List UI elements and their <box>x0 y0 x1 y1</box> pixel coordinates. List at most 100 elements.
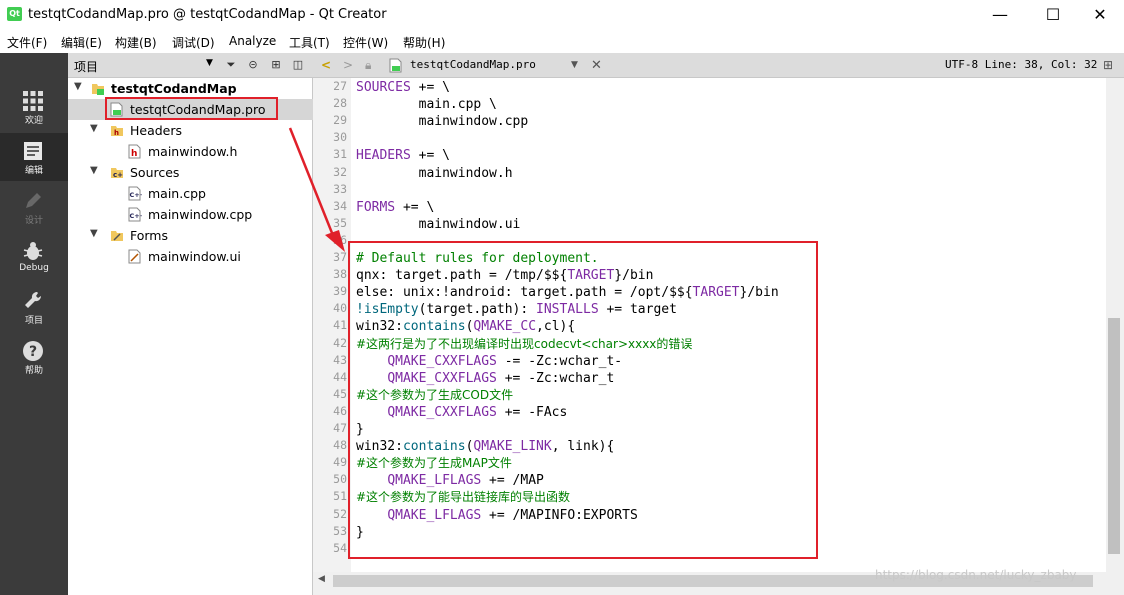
code-token: += \ <box>410 80 450 95</box>
line-number: 34 <box>333 198 347 213</box>
code-token: mainwindow.ui <box>356 216 521 232</box>
code-token: main.cpp \ <box>356 97 497 113</box>
watermark: https://blog.csdn.net/lucky_zbaby <box>875 568 1077 582</box>
code-token: mainwindow.cpp <box>356 114 529 130</box>
line-number: 50 <box>333 472 347 487</box>
tree-item-file[interactable]: C++ main.cpp <box>68 183 313 204</box>
mode-label: 设计 <box>24 216 43 226</box>
code-line[interactable]: main.cpp \ <box>356 96 497 113</box>
menu-bar: 文件(F) 编辑(E) 构建(B) 调试(D) Analyze 工具(T) 控件… <box>0 30 1124 53</box>
project-tree: ▼ testqtCodandMap testqtCodandMap.pro ▼ … <box>68 78 313 595</box>
menu-controls[interactable]: 控件(W) <box>343 34 388 51</box>
line-number: 53 <box>333 523 347 538</box>
close-button[interactable]: ✕ <box>1085 4 1115 26</box>
mode-edit[interactable]: 编辑 <box>0 133 68 181</box>
line-number: 29 <box>333 113 347 128</box>
code-line[interactable]: mainwindow.ui <box>356 216 521 233</box>
tree-item-file[interactable]: h mainwindow.h <box>68 141 313 162</box>
help-icon: ? <box>23 341 43 361</box>
mode-label: 欢迎 <box>24 116 43 126</box>
scrollbar-thumb[interactable] <box>1108 318 1120 554</box>
code-token: HEADERS <box>356 148 411 164</box>
line-number: 33 <box>333 181 347 196</box>
tree-item-label: Forms <box>130 228 169 243</box>
code-token: FORMS <box>356 199 396 215</box>
close-document-icon[interactable]: ✕ <box>591 57 602 74</box>
code-line[interactable]: mainwindow.h <box>356 165 513 182</box>
code-line[interactable]: HEADERS += \ <box>356 147 450 164</box>
menu-analyze[interactable]: Analyze <box>229 34 276 48</box>
annotation-box-code <box>348 241 818 559</box>
split-icon[interactable]: ⊞ <box>268 57 284 73</box>
filter-icon[interactable]: ⏷ <box>223 57 239 73</box>
lock-icon: 🔒︎ <box>365 58 372 72</box>
dropdown-arrow-icon[interactable]: ▼ <box>206 58 213 68</box>
vertical-scrollbar[interactable] <box>1106 78 1124 572</box>
menu-help[interactable]: 帮助(H) <box>403 34 445 51</box>
dropdown-arrow-icon[interactable]: ▼ <box>571 57 578 74</box>
menu-tools[interactable]: 工具(T) <box>289 34 330 51</box>
code-token: SOURCES <box>356 80 411 95</box>
expand-arrow-icon[interactable]: ▼ <box>90 228 102 239</box>
code-token: mainwindow.h <box>356 165 513 181</box>
line-number: 35 <box>333 215 347 230</box>
project-panel-toolbar: 项目 ▼ ⏷ ⊝ ⊞ ◫ <box>68 53 313 78</box>
mode-debug[interactable]: Debug <box>0 233 68 281</box>
expand-arrow-icon[interactable]: ▼ <box>74 81 86 92</box>
line-number: 46 <box>333 403 347 418</box>
tree-item-forms[interactable]: ▼ Forms <box>68 225 313 246</box>
line-number: 39 <box>333 284 347 299</box>
forward-arrow-icon[interactable]: > <box>343 57 353 74</box>
sources-folder-icon: c+ <box>111 168 123 179</box>
code-line[interactable]: SOURCES += \ <box>356 79 450 96</box>
tree-item-file[interactable]: mainwindow.ui <box>68 246 313 267</box>
mode-label: 帮助 <box>24 366 43 376</box>
line-number: 54 <box>333 540 347 555</box>
cpp-file-icon: C++ <box>128 186 142 201</box>
menu-edit[interactable]: 编辑(E) <box>61 34 102 51</box>
line-number: 36 <box>333 232 347 247</box>
mode-design[interactable]: 设计 <box>0 183 68 231</box>
back-arrow-icon[interactable]: < <box>321 57 331 74</box>
line-number: 42 <box>333 335 347 350</box>
line-number: 28 <box>333 96 347 111</box>
menu-build[interactable]: 构建(B) <box>115 34 157 51</box>
minimize-button[interactable]: — <box>985 4 1015 26</box>
bug-icon <box>23 242 43 260</box>
tree-item-file[interactable]: C++ mainwindow.cpp <box>68 204 313 225</box>
menu-file[interactable]: 文件(F) <box>7 34 47 51</box>
annotation-box-pro-file <box>105 97 278 120</box>
cursor-position: UTF-8 Line: 38, Col: 32 <box>945 58 1098 71</box>
qt-logo-icon: Qt <box>7 7 22 21</box>
mode-welcome[interactable]: 欢迎 <box>0 83 68 131</box>
tree-item-sources[interactable]: ▼ c+ Sources <box>68 162 313 183</box>
menu-debug[interactable]: 调试(D) <box>172 34 215 51</box>
expand-arrow-icon[interactable]: ▼ <box>90 123 102 134</box>
code-line[interactable]: FORMS += \ <box>356 199 434 216</box>
line-number: 47 <box>333 421 347 435</box>
document-selector[interactable]: testqtCodandMap.pro <box>410 58 536 71</box>
link-icon[interactable]: ⊝ <box>245 57 261 73</box>
maximize-button[interactable]: ☐ <box>1038 4 1068 26</box>
line-number-gutter: 27 28 29 30 31 32 33 34 35 36 37 38 39 40 41 42 43 44 45 46… <box>313 78 351 572</box>
mode-help[interactable]: ? 帮助 <box>0 333 68 381</box>
tree-item-project[interactable]: ▼ testqtCodandMap <box>68 78 313 99</box>
ui-file-icon <box>128 249 141 264</box>
code-token: += \ <box>395 199 435 215</box>
title-bar: Qt testqtCodandMap.pro @ testqtCodandMap… <box>0 0 1124 30</box>
header-file-icon: h <box>128 144 141 159</box>
tree-item-headers[interactable]: ▼ h Headers <box>68 120 313 141</box>
tree-item-label: testqtCodandMap <box>111 81 237 96</box>
scroll-left-icon[interactable]: ◀ <box>318 574 325 584</box>
mode-projects[interactable]: 项目 <box>0 283 68 331</box>
code-line[interactable]: mainwindow.cpp <box>356 113 529 130</box>
project-view-selector[interactable]: 项目 <box>74 58 98 75</box>
wrench-icon <box>25 291 42 308</box>
expand-arrow-icon[interactable]: ▼ <box>90 165 102 176</box>
close-sidebar-icon[interactable]: ◫ <box>290 57 306 73</box>
pro-file-icon <box>389 58 402 73</box>
split-icon[interactable]: ⊞ <box>1103 57 1113 74</box>
line-number: 38 <box>333 267 347 282</box>
cpp-file-icon: C++ <box>128 207 142 222</box>
line-number: 40 <box>333 301 347 316</box>
